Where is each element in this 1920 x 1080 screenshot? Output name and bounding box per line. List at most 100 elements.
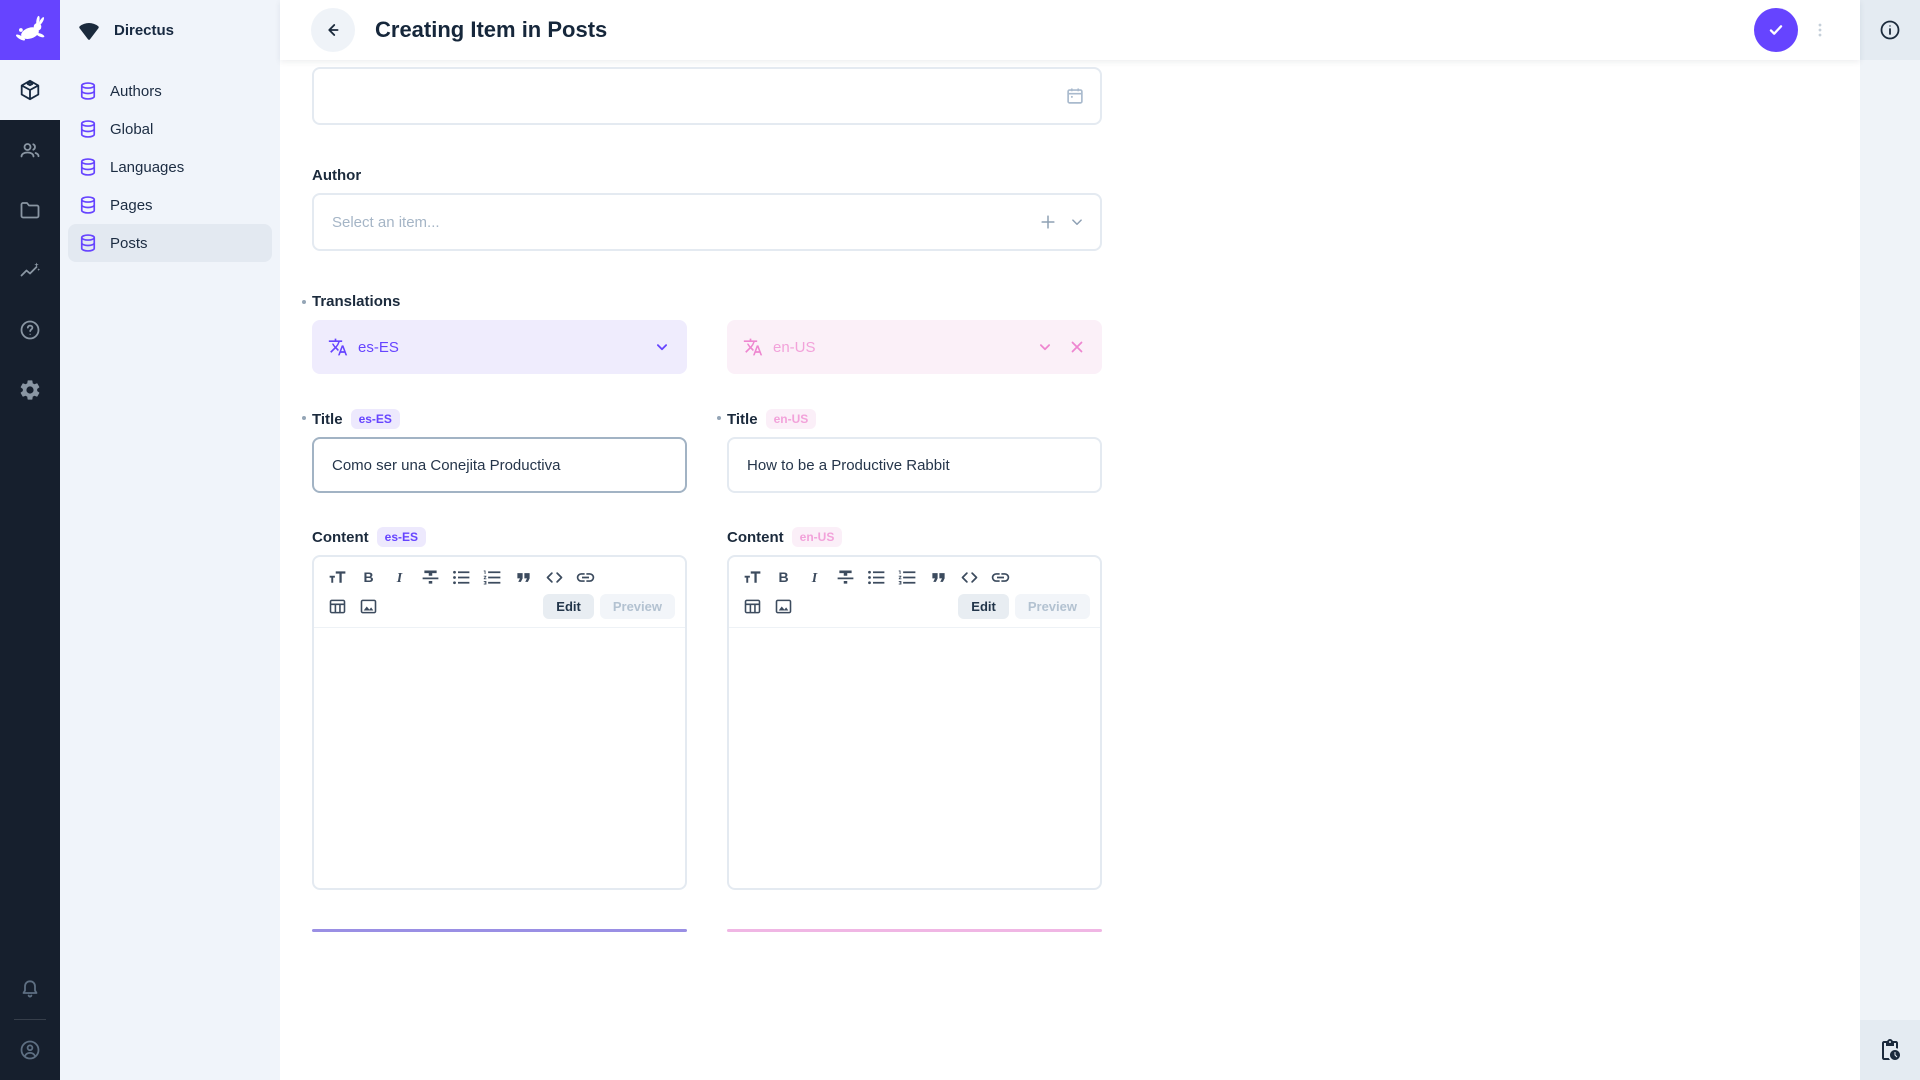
- project-bar[interactable]: Directus: [60, 0, 280, 60]
- numbered-list-button[interactable]: [479, 564, 505, 590]
- notifications-button[interactable]: [0, 959, 60, 1019]
- code-button[interactable]: [956, 564, 982, 590]
- table-button[interactable]: [739, 593, 765, 619]
- back-button[interactable]: [311, 8, 355, 52]
- strikethrough-icon: [835, 567, 856, 588]
- module-insights[interactable]: [0, 240, 60, 300]
- chevron-down-icon[interactable]: [1036, 338, 1054, 356]
- strikethrough-button[interactable]: [832, 564, 858, 590]
- svg-text:B: B: [778, 568, 788, 584]
- more-options-button[interactable]: [1808, 8, 1832, 52]
- account-button[interactable]: [0, 1020, 60, 1080]
- bold-button[interactable]: B: [770, 564, 796, 590]
- bold-icon: B: [773, 567, 794, 588]
- author-input-icons: [1038, 193, 1086, 251]
- folder-icon: [18, 198, 42, 222]
- insights-icon: [18, 258, 42, 282]
- italic-button[interactable]: I: [801, 564, 827, 590]
- calendar-icon[interactable]: [1064, 85, 1086, 107]
- sidebar-item-authors[interactable]: Authors: [68, 72, 272, 110]
- date-input[interactable]: [312, 67, 1102, 125]
- plus-icon[interactable]: [1038, 212, 1058, 232]
- translation-column-es: Title es-ES Content es-ES B I: [312, 409, 687, 929]
- module-bar: [0, 0, 60, 1080]
- author-select-input[interactable]: [312, 193, 1102, 251]
- translation-column-en: Title en-US Content en-US B I: [727, 409, 1102, 929]
- content-textarea-en[interactable]: [729, 627, 1100, 888]
- database-icon: [78, 119, 98, 139]
- title-label-es: Title es-ES: [312, 409, 687, 429]
- italic-button[interactable]: I: [386, 564, 412, 590]
- author-field: Author: [312, 167, 1134, 251]
- rabbit-icon: [11, 11, 49, 49]
- language-chip-en-US[interactable]: en-US: [727, 320, 1102, 374]
- save-button[interactable]: [1754, 8, 1798, 52]
- strikethrough-button[interactable]: [417, 564, 443, 590]
- strikethrough-icon: [420, 567, 441, 588]
- required-dot: [717, 416, 721, 420]
- table-icon: [327, 596, 348, 617]
- blockquote-button[interactable]: [925, 564, 951, 590]
- numbered-list-button[interactable]: [894, 564, 920, 590]
- table-button[interactable]: [324, 593, 350, 619]
- preview-tab-button[interactable]: Preview: [1015, 594, 1090, 619]
- image-button[interactable]: [355, 593, 381, 619]
- gear-icon: [18, 378, 42, 402]
- lang-badge: en-US: [766, 409, 817, 429]
- preview-tab-button[interactable]: Preview: [600, 594, 675, 619]
- people-icon: [18, 138, 42, 162]
- page-title: Creating Item in Posts: [375, 17, 607, 43]
- blockquote-button[interactable]: [510, 564, 536, 590]
- edit-tab-button[interactable]: Edit: [543, 594, 594, 619]
- collections-nav: Authors Global Languages Pages Posts: [60, 60, 280, 262]
- language-chips: es-ES en-US: [312, 320, 1134, 374]
- image-icon: [358, 596, 379, 617]
- translate-icon: [328, 337, 348, 357]
- module-help[interactable]: [0, 300, 60, 360]
- module-files[interactable]: [0, 180, 60, 240]
- editor-mode-buttons: Edit Preview: [543, 594, 675, 619]
- title-input-es[interactable]: [312, 437, 687, 493]
- module-settings[interactable]: [0, 360, 60, 420]
- code-button[interactable]: [541, 564, 567, 590]
- language-chip-es-ES[interactable]: es-ES: [312, 320, 687, 374]
- chevron-down-icon[interactable]: [653, 338, 671, 356]
- translations-label: Translations: [312, 293, 1134, 310]
- sidebar-item-languages[interactable]: Languages: [68, 148, 272, 186]
- link-icon: [575, 567, 596, 588]
- sidebar-item-global[interactable]: Global: [68, 110, 272, 148]
- module-users[interactable]: [0, 120, 60, 180]
- close-icon[interactable]: [1068, 338, 1086, 356]
- bulleted-list-button[interactable]: [863, 564, 889, 590]
- author-label: Author: [312, 167, 1134, 184]
- format-size-button[interactable]: [324, 564, 350, 590]
- editor-mode-buttons: Edit Preview: [958, 594, 1090, 619]
- edit-tab-button[interactable]: Edit: [958, 594, 1009, 619]
- revisions-sidebar-button[interactable]: [1860, 1020, 1920, 1080]
- title-input-en[interactable]: [727, 437, 1102, 493]
- database-icon: [78, 233, 98, 253]
- info-sidebar-button[interactable]: [1860, 0, 1920, 60]
- module-content[interactable]: [0, 60, 60, 120]
- format-size-icon: [742, 567, 763, 588]
- database-icon: [78, 157, 98, 177]
- link-button[interactable]: [987, 564, 1013, 590]
- image-button[interactable]: [770, 593, 796, 619]
- translations-field: Translations es-ES en-US: [312, 293, 1134, 374]
- editor-toolbar-row1: B I: [729, 557, 1100, 590]
- module-bar-spacer: [0, 420, 60, 959]
- bulleted-list-button[interactable]: [448, 564, 474, 590]
- bell-icon: [18, 977, 42, 1001]
- sidebar-item-pages[interactable]: Pages: [68, 186, 272, 224]
- required-dot: [302, 416, 306, 420]
- database-icon: [78, 195, 98, 215]
- content-textarea-es[interactable]: [314, 627, 685, 888]
- es-divider-line: [312, 929, 687, 932]
- format-size-button[interactable]: [739, 564, 765, 590]
- italic-icon: I: [389, 567, 410, 588]
- link-button[interactable]: [572, 564, 598, 590]
- chevron-down-icon[interactable]: [1068, 213, 1086, 231]
- sidebar-item-posts[interactable]: Posts: [68, 224, 272, 262]
- bold-button[interactable]: B: [355, 564, 381, 590]
- directus-rabbit-logo[interactable]: [0, 0, 60, 60]
